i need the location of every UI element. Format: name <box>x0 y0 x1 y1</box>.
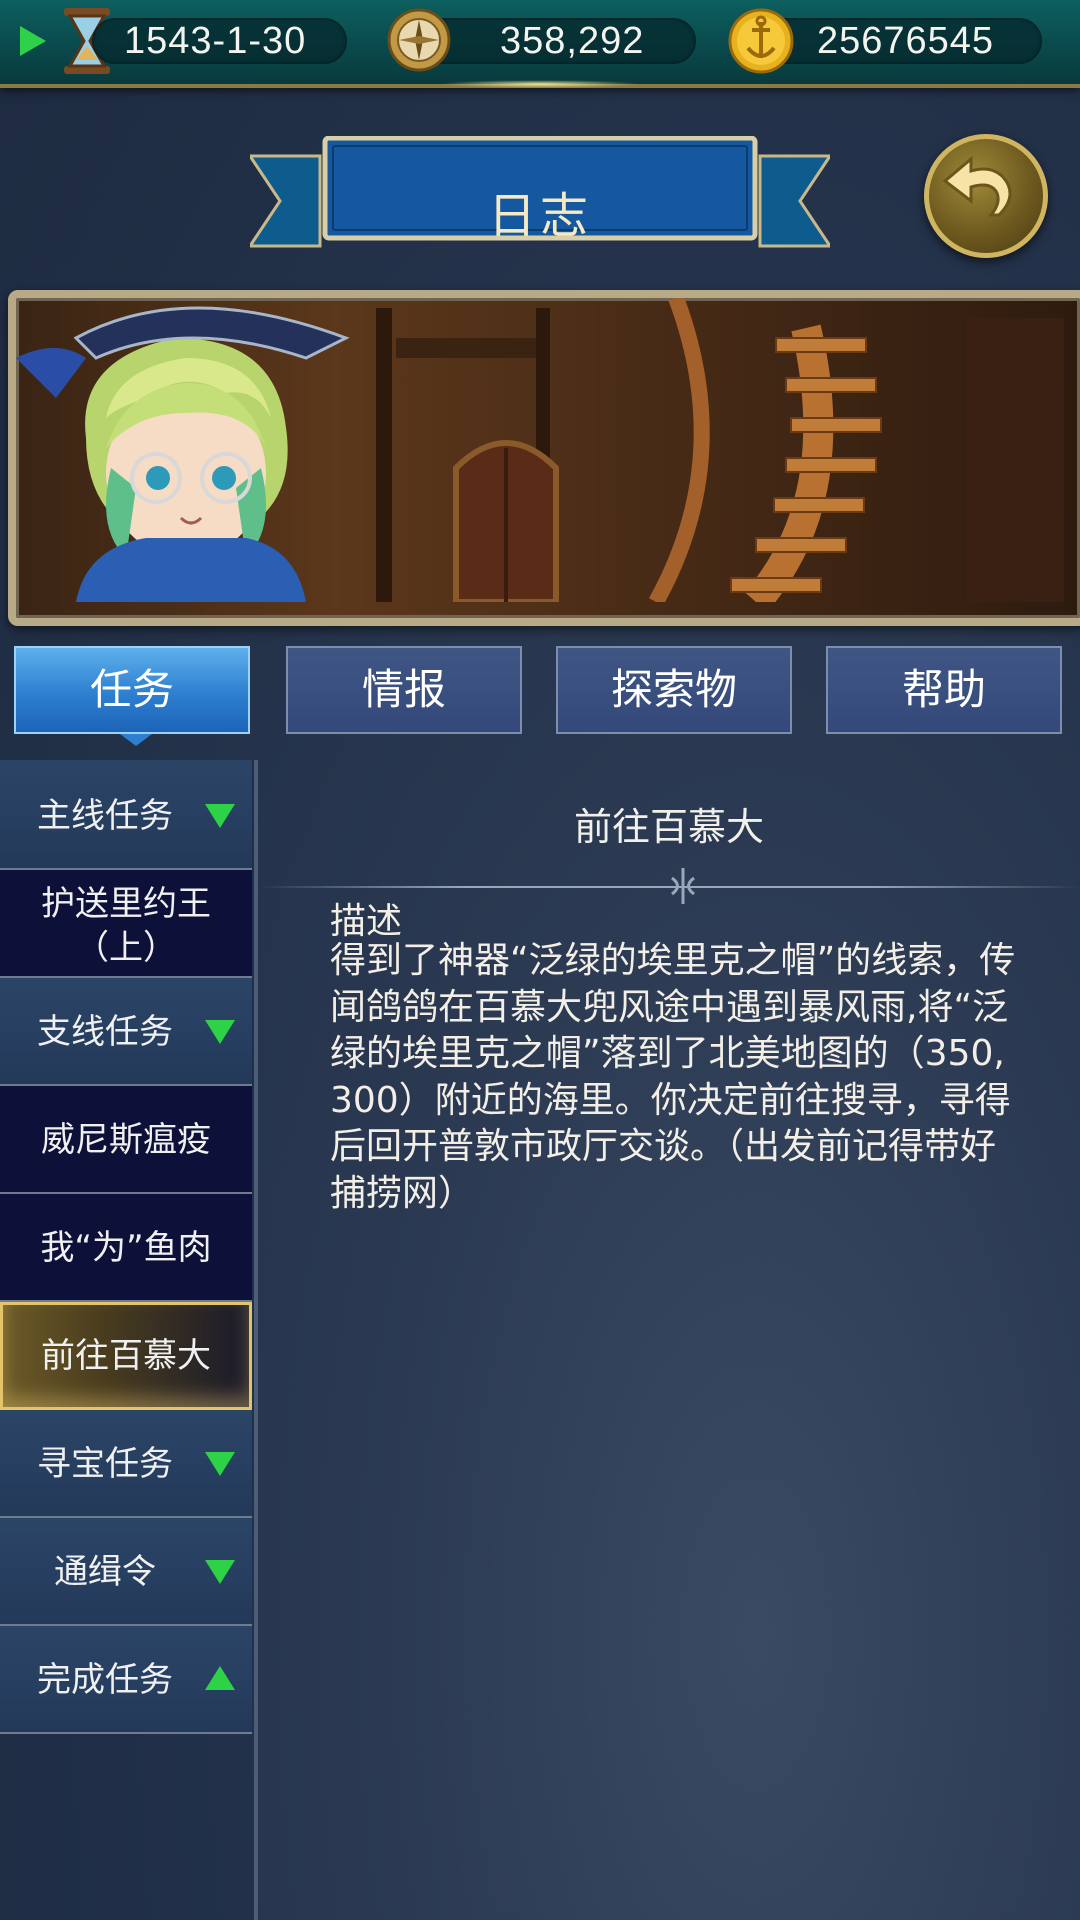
date-text: 1543-1-30 <box>124 20 307 62</box>
category-wanted[interactable]: 通缉令 <box>0 1518 252 1626</box>
anchor-coin-icon <box>728 8 794 74</box>
expand-down-icon <box>205 1020 235 1044</box>
compass-icon <box>387 8 451 72</box>
quest-label: 我“为”鱼肉 <box>40 1228 212 1268</box>
tab-intel[interactable]: 情报 <box>286 646 522 734</box>
category-label: 寻宝任务 <box>37 1444 173 1484</box>
quest-list: 主线任务 护送里约王（上） 支线任务 威尼斯瘟疫 我“为”鱼肉 前往百慕大 寻宝… <box>0 760 258 1920</box>
category-label: 主线任务 <box>37 796 173 836</box>
quest-venice-plague[interactable]: 威尼斯瘟疫 <box>0 1086 252 1194</box>
quest-label: 护送里约王（上） <box>41 884 211 968</box>
hero-panel <box>8 290 1080 626</box>
tab-help[interactable]: 帮助 <box>826 646 1062 734</box>
hero-illustration <box>16 298 1064 602</box>
quest-title: 前往百慕大 <box>573 805 764 849</box>
title-banner: 日志 <box>247 135 833 256</box>
collapse-up-icon <box>205 1666 235 1690</box>
expand-down-icon <box>205 1560 235 1584</box>
quest-label: 威尼斯瘟疫 <box>41 1120 211 1160</box>
category-side-quests[interactable]: 支线任务 <box>0 978 252 1086</box>
play-icon[interactable] <box>20 26 46 56</box>
expand-down-icon <box>205 1452 235 1476</box>
topbar-glow <box>440 80 640 88</box>
quest-escort-rio-king[interactable]: 护送里约王（上） <box>0 870 252 978</box>
category-label: 通缉令 <box>54 1552 156 1592</box>
quest-label: 前往百慕大 <box>41 1336 211 1376</box>
tab-tasks[interactable]: 任务 <box>14 646 250 734</box>
divider-ornament-icon <box>671 868 695 904</box>
category-main-quests[interactable]: 主线任务 <box>0 760 252 870</box>
gold-value: 25676545 <box>817 20 995 62</box>
top-status-bar: 1543-1-30 358,292 25676545 <box>0 0 1080 88</box>
tab-discoveries[interactable]: 探索物 <box>556 646 792 734</box>
quest-to-bermuda[interactable]: 前往百慕大 <box>0 1302 252 1410</box>
category-treasure-quests[interactable]: 寻宝任务 <box>0 1410 252 1518</box>
page-title: 日志 <box>487 188 592 244</box>
description-heading: 描述 <box>330 901 403 942</box>
category-label: 支线任务 <box>37 1012 173 1052</box>
quest-fish-meat[interactable]: 我“为”鱼肉 <box>0 1194 252 1302</box>
back-arrow-icon <box>942 155 1012 217</box>
category-label: 完成任务 <box>37 1660 173 1700</box>
category-completed[interactable]: 完成任务 <box>0 1626 252 1734</box>
active-tab-pointer <box>120 734 152 746</box>
compass-value: 358,292 <box>500 20 645 62</box>
expand-down-icon <box>205 804 235 828</box>
date-display: 1543-1-30 <box>92 18 347 64</box>
back-button[interactable] <box>924 134 1048 258</box>
quest-description: 得到了神器“泛绿的埃里克之帽”的线索，传闻鸽鸽在百慕大兜风途中遇到暴风雨,将“泛… <box>330 940 1016 1214</box>
